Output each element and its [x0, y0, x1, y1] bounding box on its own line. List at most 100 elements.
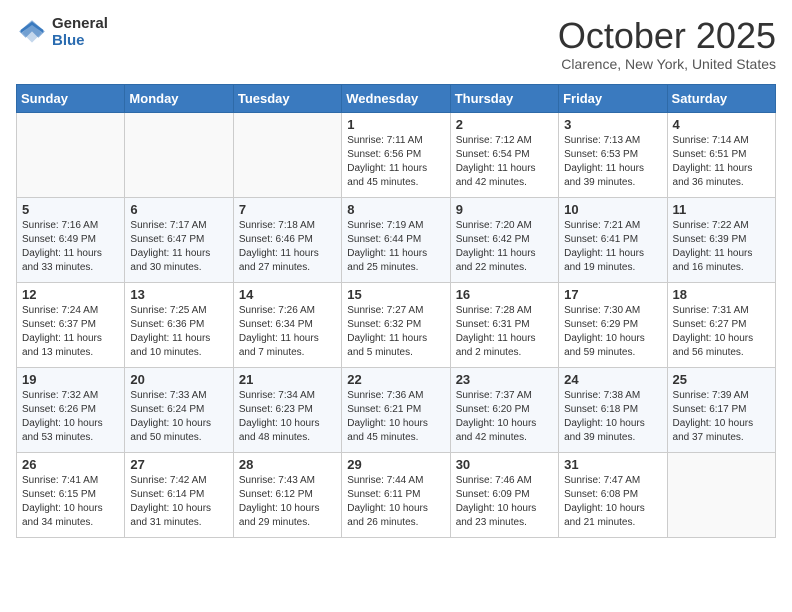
day-info: Sunrise: 7:36 AM Sunset: 6:21 PM Dayligh…: [347, 389, 444, 445]
day-number: 22: [347, 372, 444, 387]
calendar-week-3: 12 Sunrise: 7:24 AM Sunset: 6:37 PM Dayli…: [17, 282, 776, 367]
calendar-cell: 29Sunrise: 7:44 AM Sunset: 6:11 PM Dayli…: [342, 452, 450, 537]
day-info: Sunrise: 7:28 AM Sunset: 6:31 PM Dayligh…: [456, 304, 553, 360]
weekday-header-row: SundayMondayTuesdayWednesdayThursdayFrid…: [17, 84, 776, 112]
day-info: Sunrise: 7:20 AM Sunset: 6:42 PM Dayligh…: [456, 219, 553, 275]
day-info: Sunrise: 7:42 AM Sunset: 6:14 PM Dayligh…: [130, 474, 227, 530]
day-number: 18: [673, 287, 770, 302]
day-number: 6: [130, 202, 227, 217]
day-info: Sunrise: 7:47 AM Sunset: 6:08 PM Dayligh…: [564, 474, 661, 530]
day-info: Sunrise: 7:43 AM Sunset: 6:12 PM Dayligh…: [239, 474, 336, 530]
day-number: 21: [239, 372, 336, 387]
calendar-cell: 19 Sunrise: 7:32 AM Sunset: 6:26 PM Dayli…: [17, 367, 125, 452]
calendar-table: SundayMondayTuesdayWednesdayThursdayFrid…: [16, 84, 776, 538]
weekday-header-thursday: Thursday: [450, 84, 558, 112]
day-number: 30: [456, 457, 553, 472]
weekday-header-tuesday: Tuesday: [233, 84, 341, 112]
day-info: Sunrise: 7:31 AM Sunset: 6:27 PM Dayligh…: [673, 304, 770, 360]
day-info: Sunrise: 7:46 AM Sunset: 6:09 PM Dayligh…: [456, 474, 553, 530]
day-info: Sunrise: 7:39 AM Sunset: 6:17 PM Dayligh…: [673, 389, 770, 445]
logo-general-text: General: [52, 16, 108, 33]
day-info: Sunrise: 7:37 AM Sunset: 6:20 PM Dayligh…: [456, 389, 553, 445]
day-info: Sunrise: 7:26 AM Sunset: 6:34 PM Dayligh…: [239, 304, 336, 360]
calendar-cell: 12 Sunrise: 7:24 AM Sunset: 6:37 PM Dayli…: [17, 282, 125, 367]
calendar-cell: 31 Sunrise: 7:47 AM Sunset: 6:08 PM Dayli…: [559, 452, 667, 537]
day-info: Sunrise: 7:12 AM Sunset: 6:54 PM Dayligh…: [456, 134, 553, 190]
day-number: 7: [239, 202, 336, 217]
calendar-cell: 21 Sunrise: 7:34 AM Sunset: 6:23 PM Dayli…: [233, 367, 341, 452]
day-info: Sunrise: 7:22 AM Sunset: 6:39 PM Dayligh…: [673, 219, 770, 275]
day-number: 8: [347, 202, 444, 217]
day-number: 19: [22, 372, 119, 387]
calendar-cell: 5Sunrise: 7:16 AM Sunset: 6:49 PM Daylig…: [17, 197, 125, 282]
calendar-cell: 6 Sunrise: 7:17 AM Sunset: 6:47 PM Daylig…: [125, 197, 233, 282]
calendar-week-2: 5Sunrise: 7:16 AM Sunset: 6:49 PM Daylig…: [17, 197, 776, 282]
calendar-cell: 11 Sunrise: 7:22 AM Sunset: 6:39 PM Dayli…: [667, 197, 775, 282]
calendar-cell: 24Sunrise: 7:38 AM Sunset: 6:18 PM Dayli…: [559, 367, 667, 452]
day-number: 10: [564, 202, 661, 217]
day-number: 25: [673, 372, 770, 387]
calendar-cell: 22 Sunrise: 7:36 AM Sunset: 6:21 PM Dayli…: [342, 367, 450, 452]
day-number: 31: [564, 457, 661, 472]
day-info: Sunrise: 7:16 AM Sunset: 6:49 PM Dayligh…: [22, 219, 119, 275]
calendar-cell: 1Sunrise: 7:11 AM Sunset: 6:56 PM Daylig…: [342, 112, 450, 197]
weekday-header-friday: Friday: [559, 84, 667, 112]
day-number: 4: [673, 117, 770, 132]
logo-blue-text: Blue: [52, 33, 108, 50]
logo-text: General Blue: [52, 16, 108, 49]
weekday-header-sunday: Sunday: [17, 84, 125, 112]
weekday-header-saturday: Saturday: [667, 84, 775, 112]
calendar-cell: 18 Sunrise: 7:31 AM Sunset: 6:27 PM Dayli…: [667, 282, 775, 367]
day-info: Sunrise: 7:13 AM Sunset: 6:53 PM Dayligh…: [564, 134, 661, 190]
day-info: Sunrise: 7:24 AM Sunset: 6:37 PM Dayligh…: [22, 304, 119, 360]
day-info: Sunrise: 7:41 AM Sunset: 6:15 PM Dayligh…: [22, 474, 119, 530]
day-number: 13: [130, 287, 227, 302]
calendar-cell: [125, 112, 233, 197]
calendar-cell: 13Sunrise: 7:25 AM Sunset: 6:36 PM Dayli…: [125, 282, 233, 367]
calendar-cell: 8 Sunrise: 7:19 AM Sunset: 6:44 PM Daylig…: [342, 197, 450, 282]
calendar-cell: 10Sunrise: 7:21 AM Sunset: 6:41 PM Dayli…: [559, 197, 667, 282]
calendar-week-5: 26 Sunrise: 7:41 AM Sunset: 6:15 PM Dayli…: [17, 452, 776, 537]
calendar-cell: [667, 452, 775, 537]
day-number: 23: [456, 372, 553, 387]
calendar-cell: 4 Sunrise: 7:14 AM Sunset: 6:51 PM Daylig…: [667, 112, 775, 197]
weekday-header-monday: Monday: [125, 84, 233, 112]
calendar-week-1: 1Sunrise: 7:11 AM Sunset: 6:56 PM Daylig…: [17, 112, 776, 197]
calendar-cell: 2 Sunrise: 7:12 AM Sunset: 6:54 PM Daylig…: [450, 112, 558, 197]
day-info: Sunrise: 7:11 AM Sunset: 6:56 PM Dayligh…: [347, 134, 444, 190]
day-info: Sunrise: 7:44 AM Sunset: 6:11 PM Dayligh…: [347, 474, 444, 530]
calendar-cell: 20Sunrise: 7:33 AM Sunset: 6:24 PM Dayli…: [125, 367, 233, 452]
weekday-header-wednesday: Wednesday: [342, 84, 450, 112]
location: Clarence, New York, United States: [558, 56, 776, 72]
day-info: Sunrise: 7:34 AM Sunset: 6:23 PM Dayligh…: [239, 389, 336, 445]
calendar-cell: 25 Sunrise: 7:39 AM Sunset: 6:17 PM Dayli…: [667, 367, 775, 452]
calendar-cell: 3Sunrise: 7:13 AM Sunset: 6:53 PM Daylig…: [559, 112, 667, 197]
day-number: 11: [673, 202, 770, 217]
calendar-cell: 9 Sunrise: 7:20 AM Sunset: 6:42 PM Daylig…: [450, 197, 558, 282]
day-number: 9: [456, 202, 553, 217]
calendar-cell: 7 Sunrise: 7:18 AM Sunset: 6:46 PM Daylig…: [233, 197, 341, 282]
title-block: October 2025 Clarence, New York, United …: [558, 16, 776, 72]
calendar-cell: 17Sunrise: 7:30 AM Sunset: 6:29 PM Dayli…: [559, 282, 667, 367]
page-header: General Blue October 2025 Clarence, New …: [16, 16, 776, 72]
calendar-cell: [17, 112, 125, 197]
day-info: Sunrise: 7:38 AM Sunset: 6:18 PM Dayligh…: [564, 389, 661, 445]
calendar-week-4: 19 Sunrise: 7:32 AM Sunset: 6:26 PM Dayli…: [17, 367, 776, 452]
calendar-cell: 30 Sunrise: 7:46 AM Sunset: 6:09 PM Dayli…: [450, 452, 558, 537]
day-number: 16: [456, 287, 553, 302]
day-number: 17: [564, 287, 661, 302]
calendar-cell: [233, 112, 341, 197]
calendar-cell: 15Sunrise: 7:27 AM Sunset: 6:32 PM Dayli…: [342, 282, 450, 367]
day-number: 26: [22, 457, 119, 472]
day-number: 2: [456, 117, 553, 132]
day-number: 12: [22, 287, 119, 302]
day-info: Sunrise: 7:18 AM Sunset: 6:46 PM Dayligh…: [239, 219, 336, 275]
calendar-header: SundayMondayTuesdayWednesdayThursdayFrid…: [17, 84, 776, 112]
calendar-cell: 14 Sunrise: 7:26 AM Sunset: 6:34 PM Dayli…: [233, 282, 341, 367]
day-number: 14: [239, 287, 336, 302]
day-info: Sunrise: 7:19 AM Sunset: 6:44 PM Dayligh…: [347, 219, 444, 275]
day-info: Sunrise: 7:32 AM Sunset: 6:26 PM Dayligh…: [22, 389, 119, 445]
day-info: Sunrise: 7:17 AM Sunset: 6:47 PM Dayligh…: [130, 219, 227, 275]
day-info: Sunrise: 7:14 AM Sunset: 6:51 PM Dayligh…: [673, 134, 770, 190]
day-info: Sunrise: 7:33 AM Sunset: 6:24 PM Dayligh…: [130, 389, 227, 445]
